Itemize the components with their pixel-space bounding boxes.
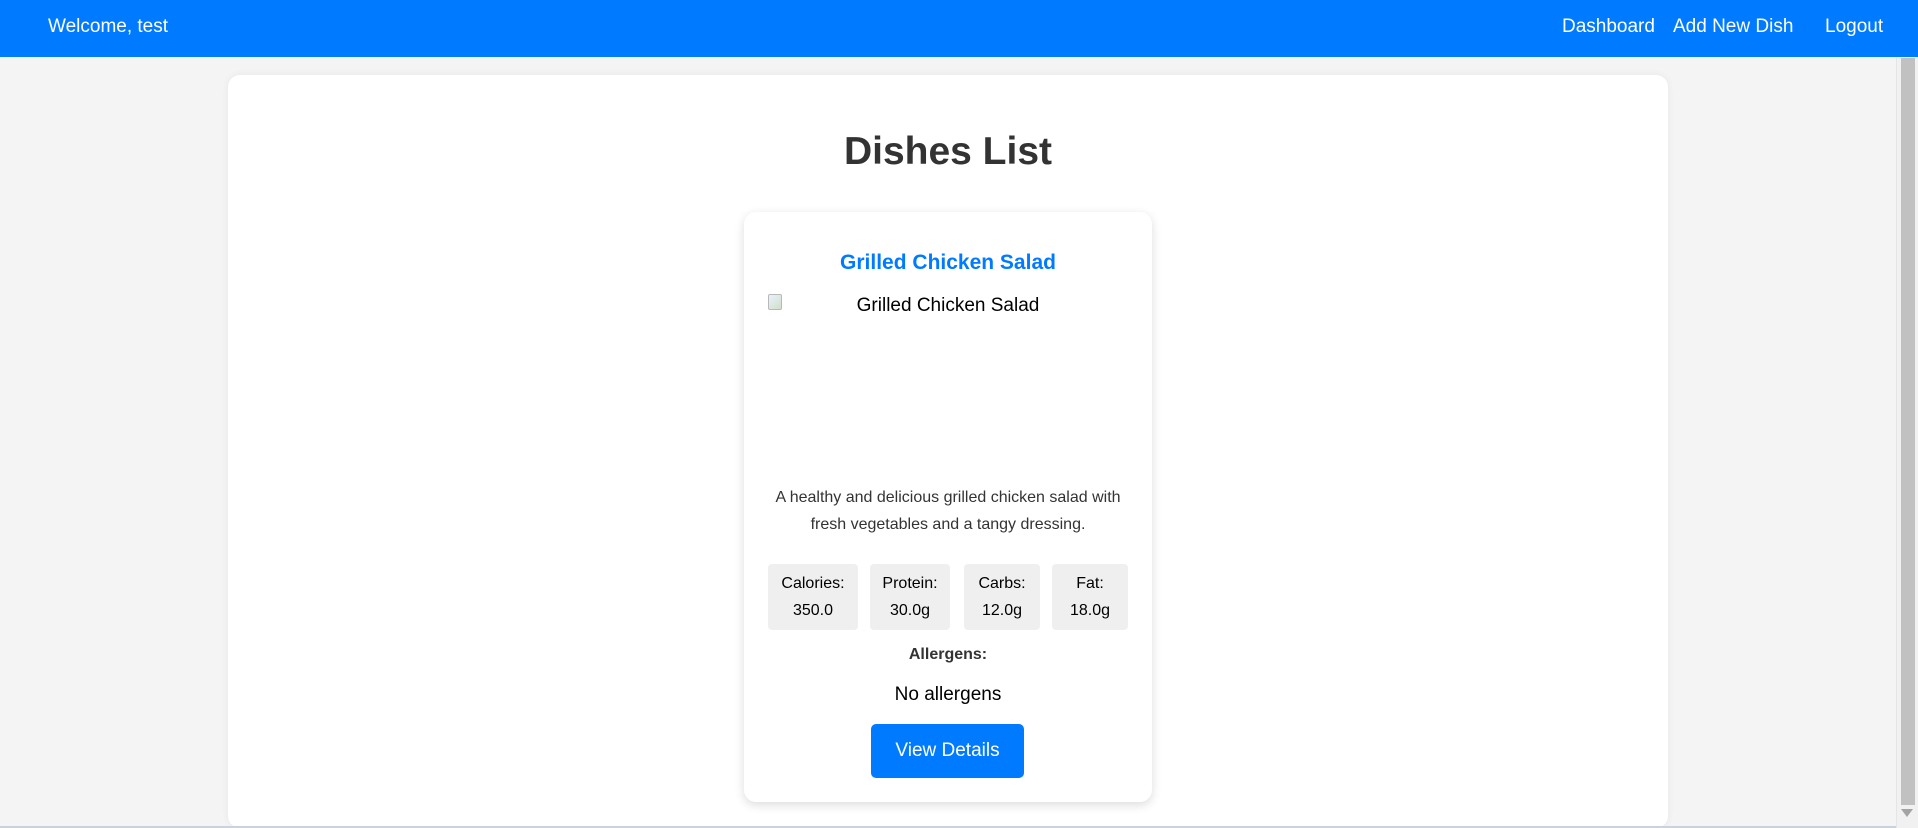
dish-name[interactable]: Grilled Chicken Salad [744,250,1152,276]
nav-add-new-dish-link[interactable]: Add New Dish [1673,16,1793,38]
nutrient-value: 12.0g [981,602,1023,619]
nutrient-label: Protein: [882,575,938,592]
nutrient-calories: Calories: 350.0 [768,564,858,630]
nutrient-fat: Fat: 18.0g [1052,564,1128,630]
nutrient-label: Calories: [781,575,845,592]
top-navigation-bar: Welcome, test Dashboard Add New Dish Log… [0,0,1918,57]
nav-dashboard-link[interactable]: Dashboard [1562,16,1655,38]
browser-viewport: Welcome, test Dashboard Add New Dish Log… [0,0,1918,828]
scrollbar-thumb[interactable] [1901,58,1915,805]
dish-image-alt-text: Grilled Chicken Salad [856,295,1040,316]
dish-card: Grilled Chicken Salad Grilled Chicken Sa… [744,212,1152,802]
dish-description: A healthy and delicious grilled chicken … [775,489,1121,533]
nav-logout-link[interactable]: Logout [1825,16,1883,38]
chevron-down-icon[interactable] [1901,809,1913,817]
allergens-value: No allergens [894,684,1002,705]
allergens-label: Allergens: [908,646,988,663]
welcome-message: Welcome, test [48,16,169,37]
nutrition-facts: Calories: 350.0 Protein: 30.0g Carbs: 12… [768,564,1128,630]
nutrient-label: Carbs: [978,575,1026,592]
nutrient-value: 350.0 [792,602,834,619]
nutrient-protein: Protein: 30.0g [870,564,950,630]
dish-image: Grilled Chicken Salad [768,294,1128,464]
view-details-button[interactable]: View Details [871,724,1024,778]
nutrient-value: 18.0g [1069,602,1111,619]
nutrient-carbs: Carbs: 12.0g [964,564,1040,630]
nutrient-label: Fat: [1076,575,1104,592]
nutrient-value: 30.0g [889,602,931,619]
vertical-scrollbar[interactable] [1896,57,1918,828]
page-title: Dishes List [843,130,1053,173]
